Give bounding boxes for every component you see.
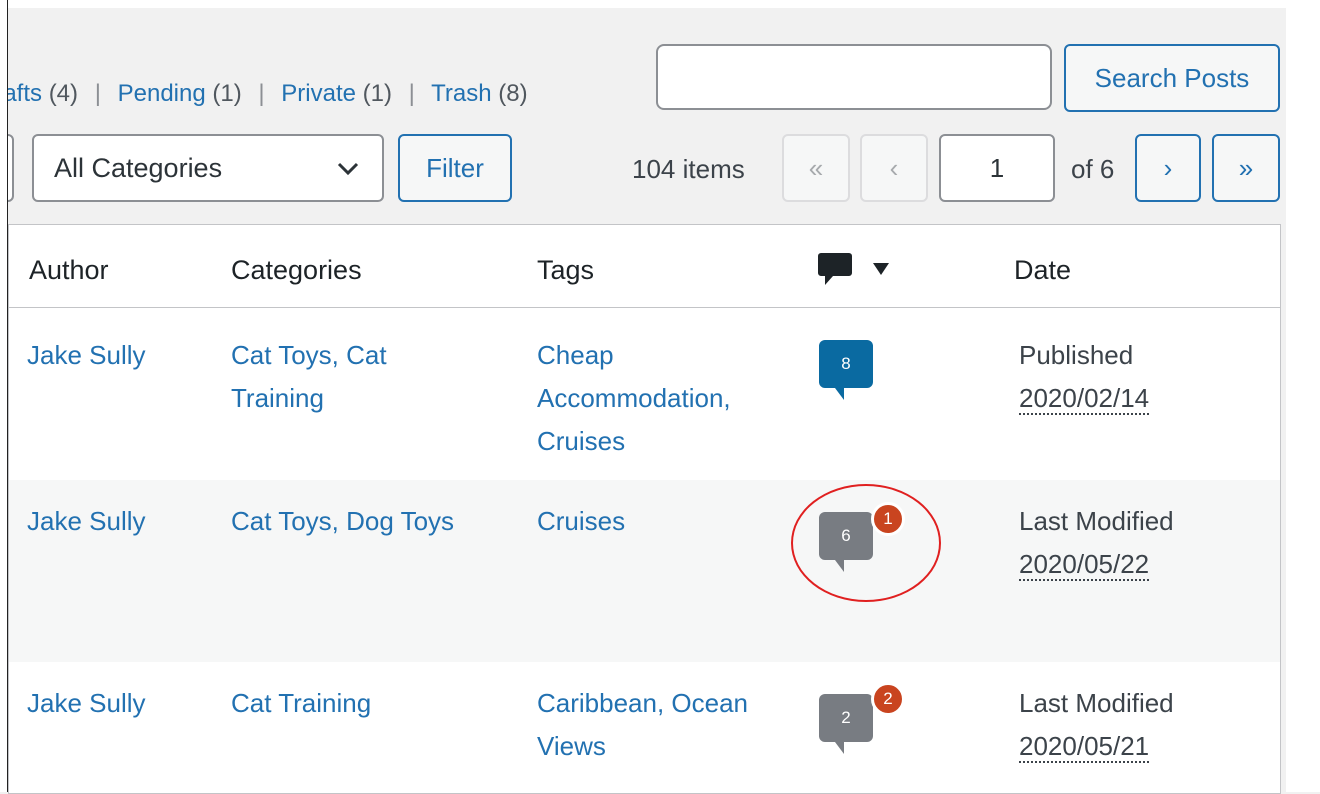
category-link[interactable]: Cat Training [231,682,371,725]
tag-link[interactable]: Cruises [537,500,625,543]
row-author-link[interactable]: Jake Sully [27,682,146,725]
window-top-edge [0,0,1320,8]
row-tags[interactable]: Cheap Accommodation, Cruises [537,334,731,463]
row-date: Last Modified 2020/05/21 [1019,682,1174,768]
current-page-input[interactable]: 1 [939,134,1055,202]
next-page-button[interactable]: › [1135,134,1201,202]
row-categories[interactable]: Cat Toys, Dog Toys [231,500,454,543]
window-right-edge [1286,0,1320,792]
post-date: 2020/05/22 [1019,549,1150,581]
tag-link[interactable]: Caribbean, Ocean [537,682,748,725]
posts-table: Author Categories Tags Date Jake Sully C… [8,224,1281,794]
row-tags[interactable]: Caribbean, Ocean Views [537,682,748,768]
separator: | [408,80,415,107]
approved-comments-bubble[interactable]: 2 [819,694,873,742]
post-date: 2020/02/14 [1019,383,1150,415]
status-count-private: (1) [362,80,392,107]
status-link-private[interactable]: Private [281,80,356,107]
window-left-edge [0,0,8,792]
status-count-drafts: (4) [48,80,79,107]
category-link[interactable]: Cat Toys, Dog Toys [231,500,454,543]
row-categories[interactable]: Cat Toys, Cat Training [231,334,387,420]
date-status: Last Modified [1019,506,1174,536]
date-status: Published [1019,340,1134,370]
total-pages-label: of 6 [1071,154,1115,184]
previous-page-button[interactable]: ‹ [860,134,928,202]
first-page-button[interactable]: « [782,134,850,202]
status-count-pending: (1) [212,80,242,107]
table-row: Jake Sully Cat Toys, Dog Toys Cruises 6 … [9,480,1280,662]
post-status-links: Drafts (4) | Pending (1) | Private (1) |… [0,80,550,108]
tag-link[interactable]: Accommodation, [537,377,731,420]
items-count: 104 items [632,154,745,184]
row-date: Published 2020/02/14 [1019,334,1150,420]
column-header-date[interactable]: Date [1014,255,1071,286]
category-selected-value: All Categories [54,152,223,183]
table-row: Jake Sully Cat Toys, Cat Training Cheap … [9,308,1280,480]
tag-link[interactable]: Cheap [537,334,731,377]
chevron-down-icon [337,162,359,176]
approved-comments-bubble[interactable]: 8 [819,340,873,388]
row-categories[interactable]: Cat Training [231,682,371,725]
status-count-trash: (8) [498,80,528,107]
last-page-button[interactable]: » [1212,134,1280,202]
comment-icon [818,253,889,285]
row-author-link[interactable]: Jake Sully [27,334,146,377]
tag-link[interactable]: Cruises [537,420,731,463]
row-date: Last Modified 2020/05/22 [1019,500,1174,586]
search-posts-button[interactable]: Search Posts [1064,44,1280,112]
separator: | [94,80,101,107]
highlight-circle [791,484,941,602]
pending-comments-badge[interactable]: 2 [871,682,905,716]
separator: | [258,80,265,107]
category-link[interactable]: Cat Toys, Cat [231,334,387,377]
status-link-trash[interactable]: Trash [431,80,491,107]
column-header-comments[interactable] [817,251,897,292]
tag-link[interactable]: Views [537,725,748,768]
column-header-tags: Tags [537,255,595,285]
search-posts-input[interactable] [656,44,1052,110]
status-link-pending[interactable]: Pending [118,80,206,107]
post-date: 2020/05/21 [1019,731,1150,763]
bubble-tail [835,388,844,400]
date-status: Last Modified [1019,688,1174,718]
row-tags[interactable]: Cruises [537,500,625,543]
sort-arrow-icon [873,263,889,275]
column-header-categories: Categories [231,255,362,285]
table-row: Jake Sully Cat Training Caribbean, Ocean… [9,662,1280,793]
bubble-tail [835,742,844,754]
category-filter-select[interactable]: All Categories [32,134,384,202]
filter-button[interactable]: Filter [398,134,512,202]
category-link[interactable]: Training [231,377,387,420]
column-header-author: Author [29,255,109,285]
table-header: Author Categories Tags Date [9,225,1280,308]
row-author-link[interactable]: Jake Sully [27,500,146,543]
